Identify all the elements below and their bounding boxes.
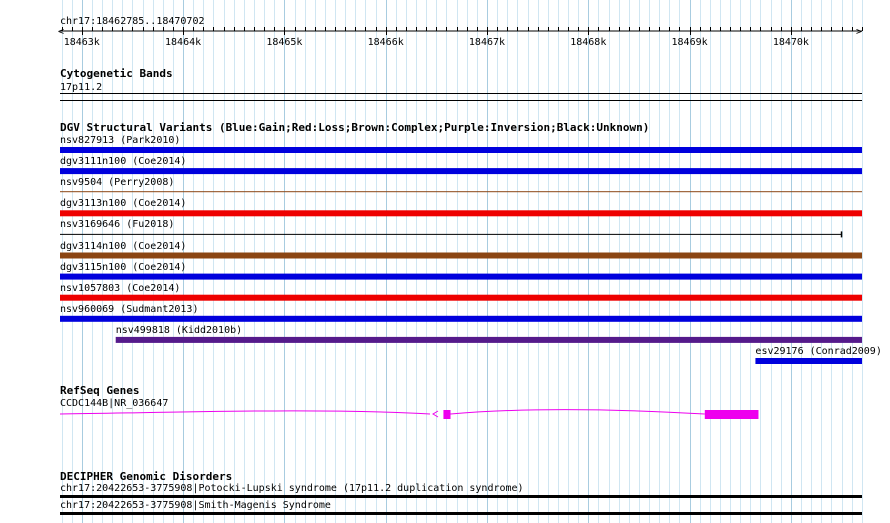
dgv-feature-bar[interactable] [60,294,862,301]
strand-arrow-icon [432,410,439,418]
dgv-feature-label[interactable]: nsv1057803 (Coe2014) [60,283,180,294]
dgv-feature-label[interactable]: dgv3111n100 (Coe2014) [60,156,186,167]
ruler-tick-label: 18465k [266,37,302,48]
dgv-feature-bar[interactable] [60,252,862,259]
ruler-tick-label: 18467k [469,37,505,48]
decipher-feature-label[interactable]: chr17:20422653-3775908|Smith-Magenis Syn… [60,500,331,511]
ruler-left-arrow: < [58,27,64,38]
dgv-feature-bar[interactable] [60,147,862,153]
ruler-tick-label: 18464k [165,37,201,48]
dgv-feature-label[interactable]: dgv3114n100 (Coe2014) [60,241,186,252]
ruler-right-arrow: > [856,27,862,38]
ruler-tick-label: 18469k [672,37,708,48]
refseq-intron-line[interactable] [59,409,705,415]
decipher-feature-bar[interactable] [60,495,862,498]
dgv-feature-label[interactable]: nsv960069 (Sudmant2013) [60,304,198,315]
cytoband-label: 17p11.2 [60,82,103,93]
dgv-feature-label[interactable]: nsv827913 (Park2010) [60,135,180,146]
cytoband-bar[interactable] [60,93,862,94]
decipher-feature-label[interactable]: chr17:20422653-3775908|Potocki-Lupski sy… [60,483,524,494]
dgv-feature-bar[interactable] [115,336,862,343]
ruler-tick-label: 18463k [64,37,100,48]
dgv-feature-label[interactable]: nsv499818 (Kidd2010b) [116,325,242,336]
cytoband-track-title[interactable]: Cytogenetic Bands [60,68,173,80]
coordinate-ruler: < > 18463k 18464k 18465k 18466k 18467k 18468k… [58,27,863,48]
dgv-feature-bar[interactable] [60,315,862,322]
dgv-feature-bar[interactable] [60,191,862,193]
decipher-feature-bar[interactable] [60,512,862,515]
dgv-feature-bar[interactable] [60,168,862,175]
dgv-feature-bar[interactable] [755,358,862,364]
cytoband-bar-bottom [60,100,862,101]
dgv-track-title[interactable]: DGV Structural Variants (Blue:Gain;Red:L… [60,122,649,134]
ruler-tick-label: 18470k [773,37,809,48]
dgv-feature-label[interactable]: dgv3115n100 (Coe2014) [60,262,186,273]
dgv-feature-label[interactable]: nsv3169646 (Fu2018) [60,219,174,230]
dgv-feature-label[interactable]: nsv9504 (Perry2008) [60,177,174,188]
ruler-ticks: 18463k 18464k 18465k 18466k 18467k 18468k 1846… [62,27,863,48]
ruler-tick-label: 18466k [368,37,404,48]
refseq-exon[interactable] [443,410,451,419]
dgv-feature-label[interactable]: esv29176 (Conrad2009) [755,346,881,357]
dgv-feature-label[interactable]: dgv3113n100 (Coe2014) [60,198,186,209]
dgv-feature-bar[interactable] [60,273,862,280]
refseq-gene-label[interactable]: CCDC144B|NR_036647 [60,398,168,409]
ruler-tick-label: 18468k [570,37,606,48]
dgv-feature-bar[interactable] [60,210,862,217]
refseq-track-title[interactable]: RefSeq Genes [60,385,139,397]
decipher-track-title[interactable]: DECIPHER Genomic Disorders [60,471,232,483]
region-label: chr17:18462785..18470702 [60,16,205,27]
refseq-exon[interactable] [704,410,759,419]
